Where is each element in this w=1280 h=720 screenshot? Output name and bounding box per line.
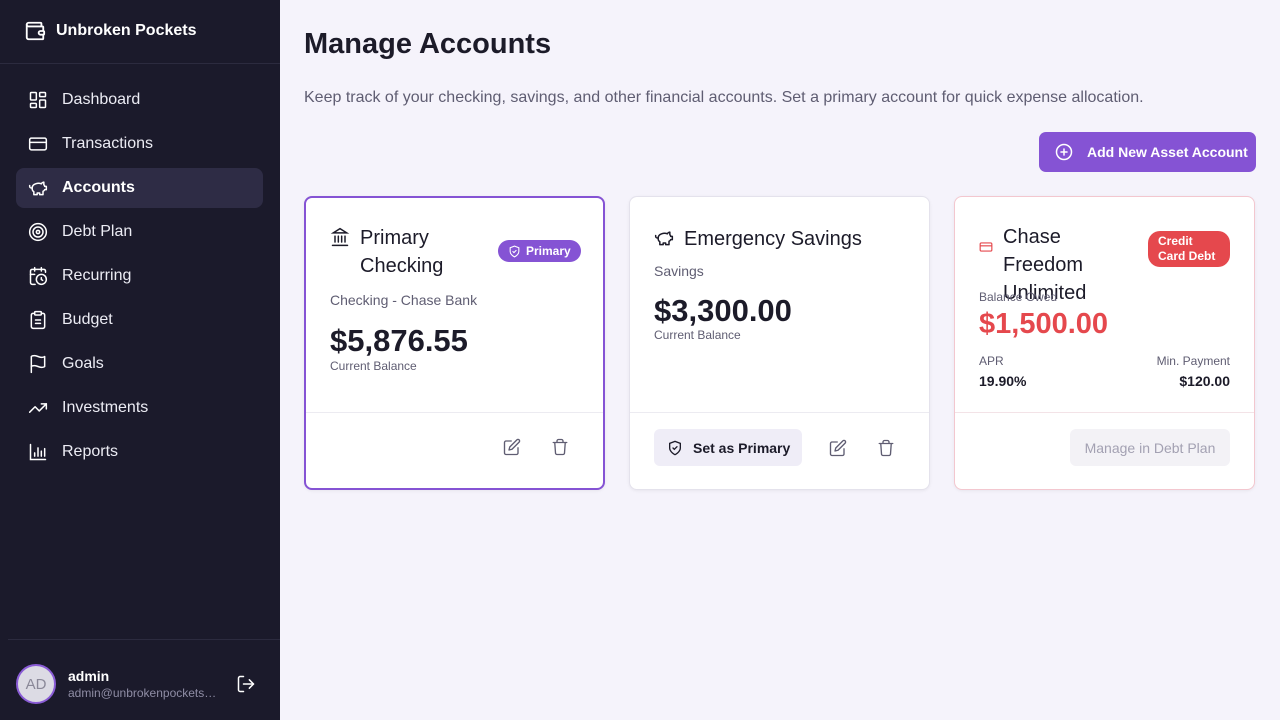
clipboard-icon (30, 310, 46, 330)
add-button-label: Add New Asset Account (1087, 144, 1248, 160)
edit-icon (503, 438, 521, 456)
wallet-icon (25, 21, 46, 41)
sidebar-item-label: Investments (62, 399, 149, 416)
balance-label: Current Balance (330, 359, 417, 373)
credit-card-icon (28, 137, 48, 151)
trash-icon (878, 439, 894, 457)
min-payment-label: Min. Payment (1156, 354, 1230, 368)
sidebar-item-investments[interactable]: Investments (16, 388, 263, 428)
account-balance: $5,876.55 (330, 323, 468, 358)
piggy-bank-icon (28, 181, 48, 196)
sidebar-nav: Dashboard Transactions Accounts Debt Pla… (16, 80, 263, 476)
app-name: Unbroken Pockets (56, 22, 197, 39)
avatar[interactable]: AD (16, 664, 56, 704)
card-divider (955, 412, 1254, 413)
add-new-asset-account-button[interactable]: Add New Asset Account (1039, 132, 1256, 172)
edit-button[interactable] (829, 439, 849, 459)
balance-owed-label: Balance Owed (979, 290, 1058, 304)
logout-icon[interactable] (236, 674, 256, 694)
shield-check-icon (669, 440, 681, 455)
sidebar-item-label: Budget (62, 311, 113, 328)
balance-owed: $1,500.00 (979, 308, 1109, 340)
apr-label: APR (979, 354, 1004, 368)
min-payment-value: $120.00 (1179, 373, 1230, 389)
sidebar-item-label: Goals (62, 355, 104, 372)
account-card-chase-freedom: Chase Freedom Unlimited Credit Card Debt… (954, 196, 1255, 490)
sidebar-item-label: Accounts (62, 179, 135, 196)
edit-button[interactable] (503, 438, 523, 458)
piggy-bank-icon (654, 231, 674, 246)
dashboard-icon (29, 91, 47, 109)
edit-icon (829, 439, 847, 457)
sidebar-item-label: Dashboard (62, 91, 141, 108)
sidebar-item-label: Transactions (62, 135, 153, 152)
page-description: Keep track of your checking, savings, an… (304, 89, 1144, 106)
badge-label: Primary (526, 244, 571, 258)
set-as-primary-button[interactable]: Set as Primary (654, 429, 802, 466)
sidebar-item-recurring[interactable]: Recurring (16, 256, 263, 296)
account-name: Primary Checking (360, 227, 444, 277)
account-name: Emergency Savings (684, 228, 862, 250)
apr-value: 19.90% (979, 373, 1027, 389)
sidebar-item-label: Debt Plan (62, 223, 133, 240)
credit-card-icon (979, 242, 993, 252)
sidebar-item-dashboard[interactable]: Dashboard (16, 80, 263, 120)
user-email: admin@unbrokenpockets.com (68, 686, 218, 700)
brand[interactable]: Unbroken Pockets (24, 20, 196, 42)
sidebar-divider (0, 63, 280, 64)
user-profile: AD admin admin@unbrokenpockets.com (16, 664, 264, 704)
main-content: Manage Accounts Keep track of your check… (280, 0, 1280, 720)
sidebar-item-debt-plan[interactable]: Debt Plan (16, 212, 263, 252)
flag-icon (30, 354, 46, 374)
shield-check-icon (509, 245, 520, 258)
sidebar-item-goals[interactable]: Goals (16, 344, 263, 384)
sidebar-item-budget[interactable]: Budget (16, 300, 263, 340)
account-card-primary-checking: Primary Checking Primary Checking - Chas… (304, 196, 605, 490)
trending-up-icon (28, 403, 48, 413)
target-icon (28, 222, 48, 242)
sidebar-item-label: Reports (62, 443, 119, 460)
manage-in-debt-plan-button[interactable]: Manage in Debt Plan (1070, 429, 1230, 466)
card-divider (630, 412, 929, 413)
sidebar-item-reports[interactable]: Reports (16, 432, 263, 472)
page-title: Manage Accounts (304, 28, 552, 60)
primary-badge: Primary (498, 240, 581, 262)
plus-circle-icon (1055, 143, 1073, 161)
delete-button[interactable] (877, 439, 897, 459)
bank-icon (330, 227, 350, 247)
sidebar-item-accounts[interactable]: Accounts (16, 168, 263, 208)
account-balance: $3,300.00 (654, 293, 792, 328)
card-divider (306, 412, 603, 413)
set-primary-label: Set as Primary (693, 439, 791, 456)
user-name: admin (68, 668, 110, 684)
calendar-clock-icon (29, 266, 48, 286)
account-type: Checking - Chase Bank (330, 292, 478, 308)
delete-button[interactable] (551, 438, 571, 458)
credit-card-debt-badge: Credit Card Debt (1148, 231, 1230, 267)
balance-label: Current Balance (654, 328, 741, 342)
bar-chart-icon (29, 443, 47, 461)
sidebar-divider (8, 639, 280, 640)
sidebar: Unbroken Pockets Dashboard Transactions … (0, 0, 280, 720)
sidebar-item-transactions[interactable]: Transactions (16, 124, 263, 164)
account-card-emergency-savings: Emergency Savings Savings $3,300.00 Curr… (629, 196, 930, 490)
sidebar-item-label: Recurring (62, 267, 132, 284)
account-type: Savings (654, 263, 704, 279)
trash-icon (552, 438, 568, 456)
